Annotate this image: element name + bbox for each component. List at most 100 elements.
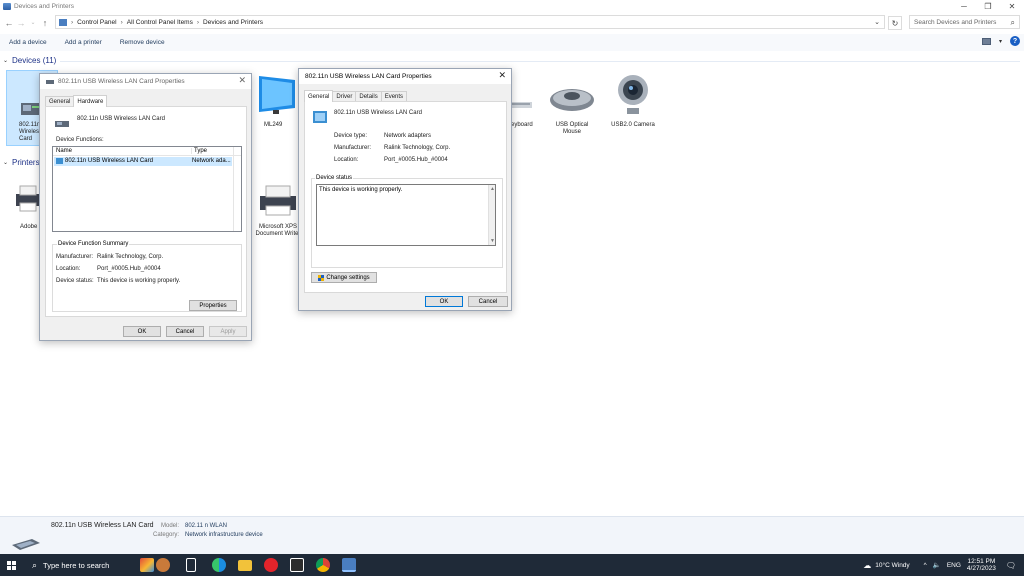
wireless-card-icon xyxy=(46,79,54,84)
search-icon: ⌕ xyxy=(1010,18,1015,27)
football-icon[interactable] xyxy=(156,558,170,572)
device-functions-label: Device Functions: xyxy=(56,137,104,143)
network-adapter-icon xyxy=(313,111,327,123)
device-status-textbox[interactable]: This device is working properly. ▲ ▼ xyxy=(316,184,496,246)
notification-icon[interactable]: 🗨 xyxy=(1006,561,1016,570)
remove-device-button[interactable]: Remove device xyxy=(111,39,174,46)
address-field[interactable]: › Control Panel › All Control Panel Item… xyxy=(55,15,885,29)
category-value: Network infrastructure device xyxy=(185,532,263,538)
properties-button[interactable]: Properties xyxy=(189,300,237,311)
cancel-button[interactable]: Cancel xyxy=(166,326,204,337)
news-widget-icon[interactable] xyxy=(140,558,154,572)
store-icon[interactable] xyxy=(290,558,304,572)
printer-label: Adobe xyxy=(20,224,38,230)
opera-icon[interactable] xyxy=(264,558,278,572)
close-button[interactable]: ✕ xyxy=(1000,0,1024,13)
language-indicator[interactable]: ENG xyxy=(947,562,961,569)
close-icon[interactable]: ✕ xyxy=(498,70,506,81)
device-label: USB2.0 Camera xyxy=(611,122,655,128)
close-icon[interactable]: ✕ xyxy=(238,75,246,86)
weather-text[interactable]: 10°C Windy xyxy=(875,562,909,569)
list-item[interactable]: 802.11n USB Wireless LAN Card Network ad… xyxy=(54,157,232,166)
status-value: This device is working properly. xyxy=(97,278,181,284)
manufacturer-value: Ralink Technology, Corp. xyxy=(384,145,451,151)
devices-group-header[interactable]: ⌄ Devices (11) xyxy=(3,56,56,65)
up-arrow-icon[interactable]: ↑ xyxy=(39,18,51,28)
help-icon[interactable]: ? xyxy=(1010,36,1020,46)
refresh-icon[interactable]: ↻ xyxy=(888,16,902,30)
printers-group-header[interactable]: ⌄ Printers xyxy=(3,158,40,167)
ok-button[interactable]: OK xyxy=(123,326,161,337)
forward-arrow-icon[interactable]: → xyxy=(15,18,27,28)
apply-button[interactable]: Apply xyxy=(209,326,247,337)
system-tray: ☁ 10°C Windy ^ 🔈 ENG 12:51 PM 4/27/2023 … xyxy=(863,554,1024,576)
tab-hardware[interactable]: Hardware xyxy=(73,95,108,107)
breadcrumb-control-panel[interactable]: Control Panel xyxy=(77,19,116,26)
group-divider xyxy=(60,61,1020,62)
chevron-down-icon[interactable]: ▾ xyxy=(999,38,1002,45)
view-options-icon[interactable] xyxy=(981,37,991,45)
chrome-icon[interactable] xyxy=(316,558,330,572)
location-value: Port_#0005.Hub_#0004 xyxy=(384,157,448,163)
search-icon: ⌕ xyxy=(32,559,38,570)
printer-icon xyxy=(260,185,296,216)
device-monitor[interactable]: ML249 xyxy=(250,72,302,128)
search-box[interactable]: ⌕ xyxy=(909,15,1020,29)
ok-button[interactable]: OK xyxy=(425,296,463,307)
dialog-titlebar: 802.11n USB Wireless LAN Card Properties… xyxy=(299,69,511,84)
device-usb-mouse[interactable]: USB Optical Mouse xyxy=(546,84,598,135)
start-button[interactable] xyxy=(0,554,22,576)
scroll-down-icon[interactable]: ▼ xyxy=(490,238,495,244)
back-arrow-icon[interactable]: ← xyxy=(3,18,15,28)
scrollbar[interactable]: ▲ ▼ xyxy=(488,185,495,245)
device-usb-camera[interactable]: USB2.0 Camera xyxy=(607,72,659,128)
device-name: 802.11n USB Wireless LAN Card xyxy=(77,116,165,122)
window-titlebar: Devices and Printers ─ ❐ ✕ xyxy=(0,0,1024,13)
device-name: 802.11n USB Wireless LAN Card xyxy=(334,110,422,116)
file-explorer-icon[interactable] xyxy=(238,560,252,571)
control-panel-icon[interactable] xyxy=(342,558,356,572)
device-label: ML249 xyxy=(264,122,283,128)
hardware-panel: 802.11n USB Wireless LAN Card Device Fun… xyxy=(45,106,247,317)
change-settings-button[interactable]: Change settings xyxy=(311,272,377,283)
properties-dialog-general: 802.11n USB Wireless LAN Card Properties… xyxy=(298,68,512,311)
search-input[interactable] xyxy=(914,18,1006,26)
minimize-button[interactable]: ─ xyxy=(952,0,976,13)
network-adapter-icon xyxy=(56,158,63,164)
window-title: Devices and Printers xyxy=(14,3,74,10)
model-value: 802.11 n WLAN xyxy=(185,523,227,529)
cancel-button[interactable]: Cancel xyxy=(468,296,508,307)
add-device-button[interactable]: Add a device xyxy=(0,39,56,46)
add-printer-button[interactable]: Add a printer xyxy=(56,39,111,46)
device-label: USB Optical Mouse xyxy=(555,122,589,135)
wireless-card-icon xyxy=(55,121,69,127)
edge-icon[interactable] xyxy=(212,558,226,572)
devices-printers-icon xyxy=(3,3,11,10)
control-panel-icon xyxy=(59,18,67,26)
taskbar-search-input[interactable] xyxy=(43,560,134,570)
selected-device-name: 802.11n USB Wireless LAN Card xyxy=(51,522,154,529)
shield-icon xyxy=(318,274,325,281)
chevron-down-icon[interactable]: ⌄ xyxy=(874,18,880,26)
task-view-icon[interactable] xyxy=(186,558,196,572)
speaker-icon[interactable]: 🔈 xyxy=(933,561,941,569)
clock[interactable]: 12:51 PM 4/27/2023 xyxy=(967,558,996,572)
monitor-icon xyxy=(259,76,295,114)
tab-general[interactable]: General xyxy=(304,90,334,102)
chevron-down-icon: ⌄ xyxy=(3,160,9,166)
recent-locations-chevron-icon[interactable]: ⌄ xyxy=(27,19,39,26)
device-status-group: Device status This device is working pro… xyxy=(311,175,503,268)
taskbar: ⌕ ☁ 10°C Windy ^ 🔈 ENG 12:51 PM 4/27/202… xyxy=(0,554,1024,576)
general-panel: 802.11n USB Wireless LAN Card Device typ… xyxy=(304,101,507,293)
scroll-up-icon[interactable]: ▲ xyxy=(490,186,495,192)
restore-button[interactable]: ❐ xyxy=(976,0,1000,13)
weather-icon: ☁ xyxy=(863,560,872,570)
column-header-name[interactable]: Name xyxy=(56,148,72,154)
column-header-type[interactable]: Type xyxy=(191,148,207,154)
device-functions-list[interactable]: Name Type 802.11n USB Wireless LAN Card … xyxy=(52,146,242,232)
breadcrumb-all-items[interactable]: All Control Panel Items xyxy=(127,19,193,26)
chevron-up-icon[interactable]: ^ xyxy=(924,562,927,569)
device-type-value: Network adapters xyxy=(384,133,432,139)
address-bar: ← → ⌄ ↑ › Control Panel › All Control Pa… xyxy=(0,14,1024,31)
breadcrumb-devices-printers[interactable]: Devices and Printers xyxy=(203,19,263,26)
